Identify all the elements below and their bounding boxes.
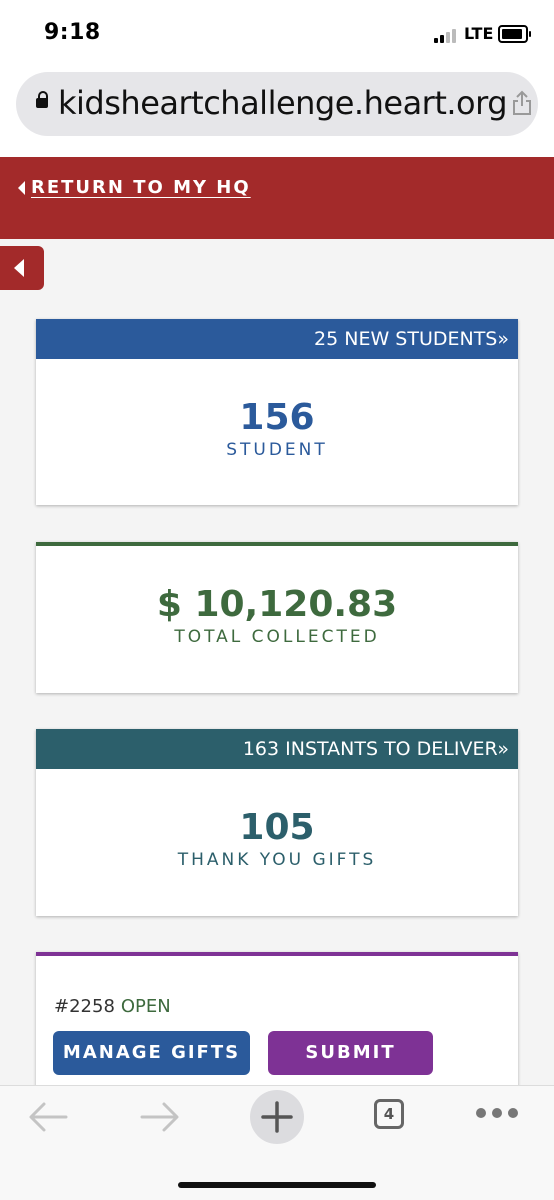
browser-toolbar: 4 [0,1085,554,1200]
address-bar[interactable]: kidsheartchallenge.heart.org [16,72,538,136]
manage-gifts-button[interactable]: MANAGE GIFTS [53,1031,250,1075]
gifts-label: THANK YOU GIFTS [177,850,377,870]
total-collected-card: $ 10,120.83 TOTAL COLLECTED [36,542,518,693]
arrow-left-icon [14,259,24,277]
caret-left-icon [18,180,25,195]
return-link-label: RETURN TO MY HQ [31,177,251,198]
plus-icon [261,1101,293,1133]
submit-button[interactable]: SUBMIT [268,1031,433,1075]
hq-banner: RETURN TO MY HQ [0,157,554,239]
students-card: 25 NEW STUDENTS» 156 STUDENT [36,319,518,505]
battery-icon [498,25,531,43]
gifts-count: 105 [239,807,315,848]
return-to-hq-link[interactable]: RETURN TO MY HQ [18,177,251,198]
share-icon[interactable] [510,90,534,116]
total-collected-amount: $ 10,120.83 [156,584,398,625]
more-options-icon[interactable] [476,1108,518,1120]
dashboard-content: 25 NEW STUDENTS» 156 STUDENT $ 10,120.83… [0,239,554,1092]
lock-icon [36,91,48,108]
instants-to-deliver-link[interactable]: 163 INSTANTS TO DELIVER» [36,729,518,769]
status-time: 9:18 [44,20,101,45]
collapse-sidebar-button[interactable] [0,246,44,290]
total-collected-label: TOTAL COLLECTED [174,627,380,647]
order-info: #2258 OPEN [54,996,171,1017]
gift-order-card: #2258 OPEN MANAGE GIFTS SUBMIT [36,952,518,1092]
order-number: #2258 [54,996,115,1017]
order-status: OPEN [120,996,171,1017]
new-tab-button[interactable] [250,1090,304,1144]
tab-switcher-button[interactable]: 4 [374,1099,404,1129]
back-arrow-icon[interactable] [26,1100,70,1134]
students-label: STUDENT [226,440,328,460]
home-indicator [178,1182,376,1188]
status-bar: 9:18 LTE [0,0,554,66]
signal-icon [434,27,460,43]
forward-arrow-icon[interactable] [138,1100,182,1134]
students-count: 156 [239,397,315,438]
new-students-link[interactable]: 25 NEW STUDENTS» [36,319,518,359]
network-label: LTE [464,24,494,43]
thank-you-gifts-card: 163 INSTANTS TO DELIVER» 105 THANK YOU G… [36,729,518,916]
url-text: kidsheartchallenge.heart.org [58,84,508,122]
